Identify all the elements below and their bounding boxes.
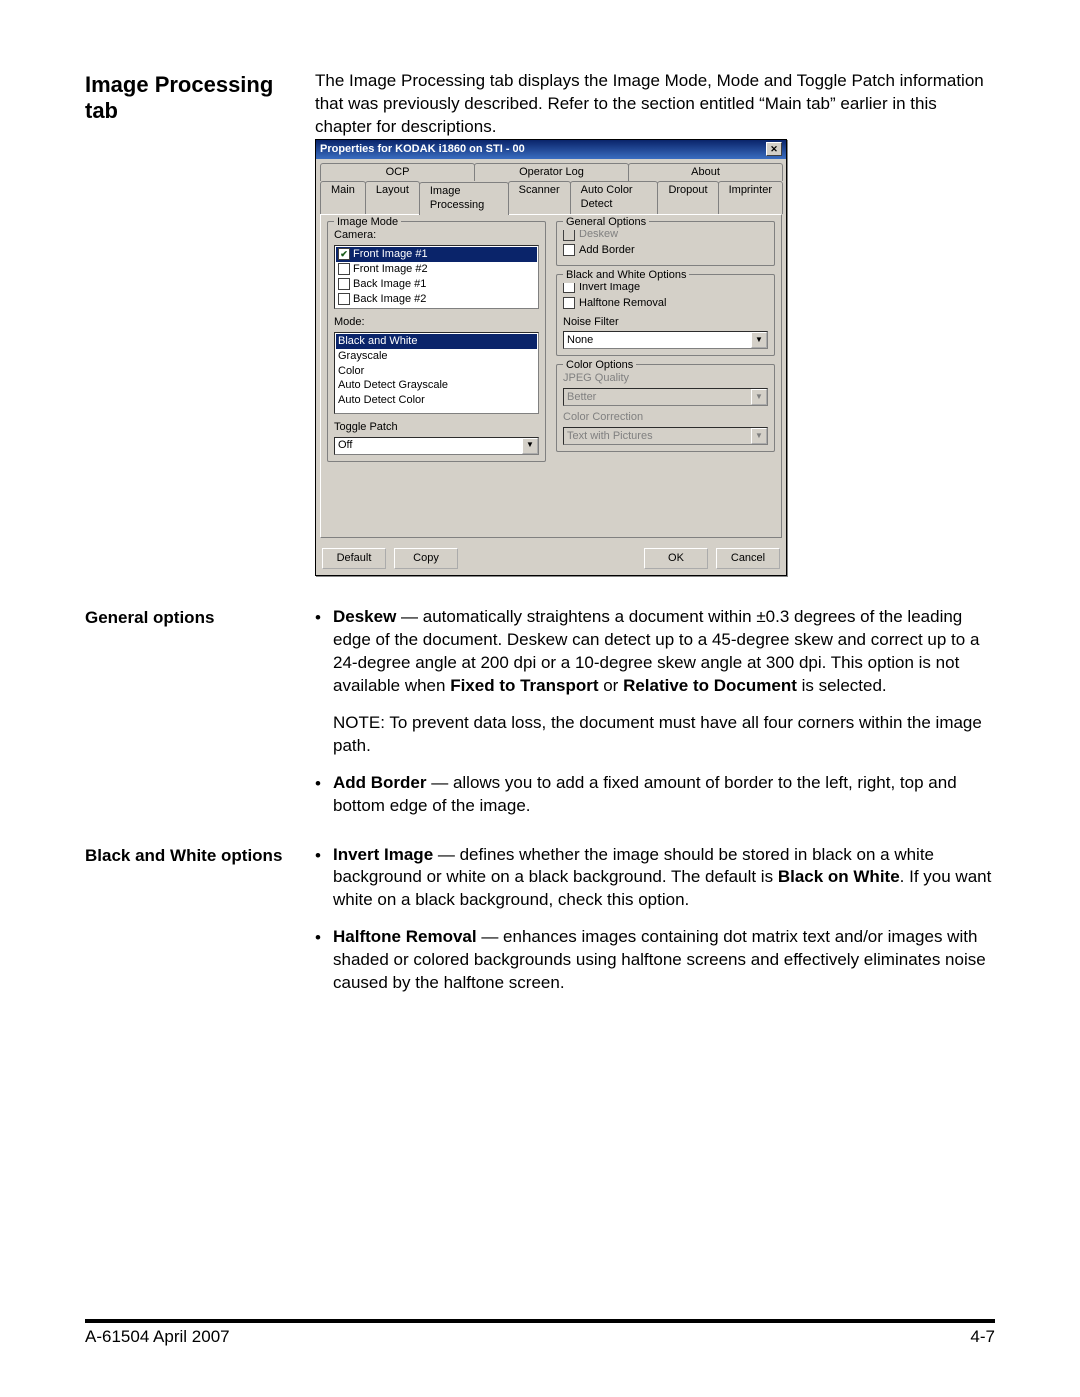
tab-dropout[interactable]: Dropout xyxy=(657,181,718,215)
jpeg-quality-dropdown: Better ▼ xyxy=(563,388,768,406)
chevron-down-icon: ▼ xyxy=(751,428,767,444)
tab-main[interactable]: Main xyxy=(320,181,366,215)
doc-id: A-61504 April 2007 xyxy=(85,1327,230,1347)
close-icon[interactable]: ✕ xyxy=(766,142,782,156)
dialog-titlebar[interactable]: Properties for KODAK i1860 on STI - 00 ✕ xyxy=(316,140,786,159)
legend-image-mode: Image Mode xyxy=(334,215,401,230)
chevron-down-icon: ▼ xyxy=(751,332,767,348)
bw-options-heading: Black and White options xyxy=(85,844,295,1010)
color-correction-dropdown: Text with Pictures ▼ xyxy=(563,427,768,445)
page-footer: A-61504 April 2007 4-7 xyxy=(85,1319,995,1347)
toggle-patch-dropdown[interactable]: Off ▼ xyxy=(334,437,539,455)
bullet-icon: • xyxy=(315,926,333,995)
checkbox-icon[interactable]: ✔ xyxy=(338,248,350,260)
add-border-checkbox[interactable]: Add Border xyxy=(563,243,768,258)
checkbox-icon[interactable] xyxy=(338,263,350,275)
label-toggle-patch: Toggle Patch xyxy=(334,420,539,435)
bullet-icon: • xyxy=(315,606,333,698)
camera-listbox[interactable]: ✔Front Image #1 Front Image #2 Back Imag… xyxy=(334,245,539,309)
tab-operator-log[interactable]: Operator Log xyxy=(474,163,629,181)
tab-image-processing[interactable]: Image Processing xyxy=(419,182,509,216)
label-camera: Camera: xyxy=(334,228,539,243)
properties-dialog: Properties for KODAK i1860 on STI - 00 ✕… xyxy=(315,139,787,576)
default-button[interactable]: Default xyxy=(322,548,386,569)
tab-about[interactable]: About xyxy=(628,163,783,181)
add-border-description: Add Border — allows you to add a fixed a… xyxy=(333,772,995,818)
tab-ocp[interactable]: OCP xyxy=(320,163,475,181)
tab-scanner[interactable]: Scanner xyxy=(508,181,571,215)
deskew-description: Deskew — automatically straightens a doc… xyxy=(333,606,995,698)
halftone-removal-description: Halftone Removal — enhances images conta… xyxy=(333,926,995,995)
group-image-mode: Image Mode Camera: ✔Front Image #1 Front… xyxy=(327,221,546,462)
mode-listbox[interactable]: Black and White Grayscale Color Auto Det… xyxy=(334,332,539,414)
bullet-icon: • xyxy=(315,844,333,913)
deskew-note: NOTE: To prevent data loss, the document… xyxy=(315,712,995,758)
dialog-title: Properties for KODAK i1860 on STI - 00 xyxy=(320,142,525,157)
ok-button[interactable]: OK xyxy=(644,548,708,569)
invert-image-description: Invert Image — defines whether the image… xyxy=(333,844,995,913)
tab-imprinter[interactable]: Imprinter xyxy=(718,181,783,215)
cancel-button[interactable]: Cancel xyxy=(716,548,780,569)
checkbox-icon[interactable] xyxy=(338,293,350,305)
chevron-down-icon: ▼ xyxy=(522,438,538,454)
general-options-heading: General options xyxy=(85,606,295,832)
noise-filter-dropdown[interactable]: None ▼ xyxy=(563,331,768,349)
copy-button[interactable]: Copy xyxy=(394,548,458,569)
label-mode: Mode: xyxy=(334,315,539,330)
group-general-options: General Options Deskew Add Border xyxy=(556,221,775,266)
bullet-icon: • xyxy=(315,772,333,818)
group-color-options: Color Options JPEG Quality Better ▼ Colo… xyxy=(556,364,775,452)
page-number: 4-7 xyxy=(970,1327,995,1347)
group-bw-options: Black and White Options Invert Image Hal… xyxy=(556,274,775,357)
halftone-removal-checkbox[interactable]: Halftone Removal xyxy=(563,296,768,311)
chevron-down-icon: ▼ xyxy=(751,389,767,405)
tab-auto-color-detect[interactable]: Auto Color Detect xyxy=(570,181,659,215)
section-heading: Image Processing tab xyxy=(85,70,295,594)
tab-layout[interactable]: Layout xyxy=(365,181,420,215)
intro-text: The Image Processing tab displays the Im… xyxy=(315,71,984,136)
checkbox-icon[interactable] xyxy=(338,278,350,290)
